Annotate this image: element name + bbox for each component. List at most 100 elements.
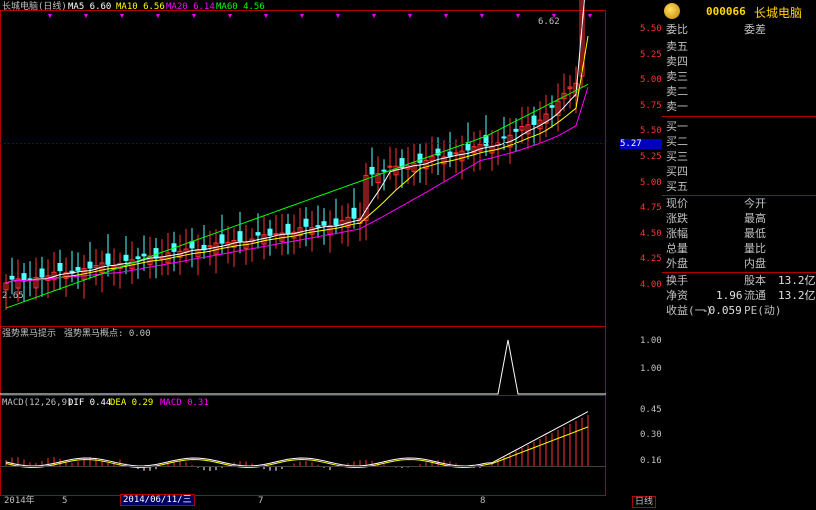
top-marker: [372, 14, 376, 18]
candle-body: [333, 218, 339, 226]
ma20-legend: MA20 6.14: [166, 2, 215, 12]
current-price-tag: 5.27: [620, 139, 662, 149]
ma20-line: [5, 86, 589, 284]
price-axis-tick: 5.50: [640, 24, 662, 34]
profit-value: -0.059: [702, 304, 742, 317]
stat-row: 现价 今开: [666, 196, 814, 211]
price-axis-tick: 4.50: [640, 228, 662, 239]
low-price-label: 2.65: [2, 291, 24, 301]
ask-label: 卖五: [666, 40, 688, 53]
order-ratio-row: 委比 委差: [666, 22, 814, 37]
top-marker: [48, 14, 52, 18]
macd-title: MACD(12,26,9): [2, 398, 73, 408]
candle-body: [75, 267, 81, 271]
x-axis-month-5: 5: [62, 496, 68, 506]
candle-body: [153, 248, 159, 259]
x-axis-month-7: 7: [258, 496, 264, 506]
bid-3-row: 买三: [666, 149, 814, 164]
candle-body: [453, 152, 459, 155]
stat-label: 今开: [744, 197, 766, 210]
ma5-legend: MA5 6.60: [68, 2, 112, 12]
macd-dea-line: [5, 426, 589, 468]
candle-body: [39, 268, 45, 278]
candle-body: [303, 218, 309, 227]
ask-5-row: 卖五: [666, 39, 814, 54]
macd-value: MACD 0.31: [160, 398, 209, 408]
price-axis-tick: 5.00: [640, 177, 662, 188]
macd-dif: DIF 0.44: [68, 398, 112, 408]
stat-label: 总量: [666, 242, 688, 255]
indicator-tick-2: 1.00: [640, 364, 662, 374]
period-tab[interactable]: 日线: [632, 496, 657, 508]
pe-label: PE(动): [744, 304, 782, 317]
stock-code: 000066: [706, 5, 746, 18]
stock-header[interactable]: 000066 长城电脑: [664, 3, 814, 23]
net-asset-value: 1.96: [716, 289, 743, 302]
bid-label: 买四: [666, 165, 688, 178]
stat-label: 内盘: [744, 257, 766, 270]
top-marker: [264, 14, 268, 18]
stat-label: 量比: [744, 242, 766, 255]
ma60-legend: MA60 4.56: [216, 2, 265, 12]
ma10-line: [5, 35, 589, 284]
bid-label: 买二: [666, 135, 688, 148]
price-axis-tick: 5.50: [640, 126, 662, 137]
candle-body: [369, 166, 375, 175]
candle-body: [513, 128, 519, 132]
ma10-legend: MA10 6.56: [116, 2, 165, 12]
indicator-label: 强势黑马概点: 0.00: [64, 329, 151, 339]
net-asset-row: 净资 1.96 流通 13.2亿: [666, 288, 816, 303]
candle-body: [87, 261, 93, 269]
price-axis-tick: 5.75: [640, 100, 662, 111]
ask-4-row: 卖四: [666, 54, 814, 69]
stock-name: 长城电脑: [754, 6, 803, 20]
indicator-title: 强势黑马提示: [2, 329, 57, 339]
panel-divider: [662, 116, 816, 117]
bid-1-row: 买一: [666, 119, 814, 134]
macd-tick-1: 0.45: [640, 405, 662, 415]
candle-body: [315, 225, 321, 228]
ask-3-row: 卖三: [666, 69, 814, 84]
bid-5-row: 买五: [666, 179, 814, 194]
chart-frame: [0, 10, 606, 496]
candle-body: [123, 254, 129, 261]
stock-logo-icon: [664, 3, 680, 19]
price-axis-tick: 5.25: [640, 152, 662, 162]
top-marker: [336, 14, 340, 18]
indicator-line: [0, 339, 606, 395]
chart-area[interactable]: [0, 0, 606, 510]
price-axis-tick: 5.00: [640, 75, 662, 86]
net-asset-label: 净资: [666, 289, 688, 302]
x-axis-date-box[interactable]: 2014/06/11/三: [120, 494, 195, 506]
top-marker: [192, 14, 196, 18]
stat-label: 最低: [744, 227, 766, 240]
candle-body: [207, 245, 213, 248]
float-value: 13.2亿: [778, 289, 816, 302]
price-axis-tick: 5.25: [640, 49, 662, 60]
ask-2-row: 卖二: [666, 84, 814, 99]
candle-body: [135, 256, 141, 260]
high-price-label: 6.62: [538, 17, 560, 27]
candle-body: [237, 231, 243, 242]
candle-body: [447, 151, 453, 157]
candle-body: [351, 207, 357, 219]
share-cap-value: 13.2亿: [778, 274, 816, 287]
quote-panel: 委比 委差 卖五 卖四 卖三 卖二 卖一 买一 买二 买三 买四 买五 现价 今开…: [662, 22, 816, 322]
candle-body: [273, 233, 279, 236]
candle-body: [189, 241, 195, 249]
bid-2-row: 买二: [666, 134, 814, 149]
stat-label: 最高: [744, 212, 766, 225]
stat-row: 涨幅 最低: [666, 226, 814, 241]
ask-1-row: 卖一: [666, 99, 814, 114]
bid-label: 买五: [666, 180, 688, 193]
top-marker: [444, 14, 448, 18]
share-cap-label: 股本: [744, 274, 766, 287]
stat-label: 涨跌: [666, 212, 688, 225]
price-chart[interactable]: [0, 0, 606, 510]
top-marker: [84, 14, 88, 18]
candle-body: [57, 263, 63, 272]
bid-4-row: 买四: [666, 164, 814, 179]
candle-body: [417, 153, 423, 163]
ask-label: 卖一: [666, 100, 688, 113]
indicator-tick-1: 1.00: [640, 336, 662, 346]
